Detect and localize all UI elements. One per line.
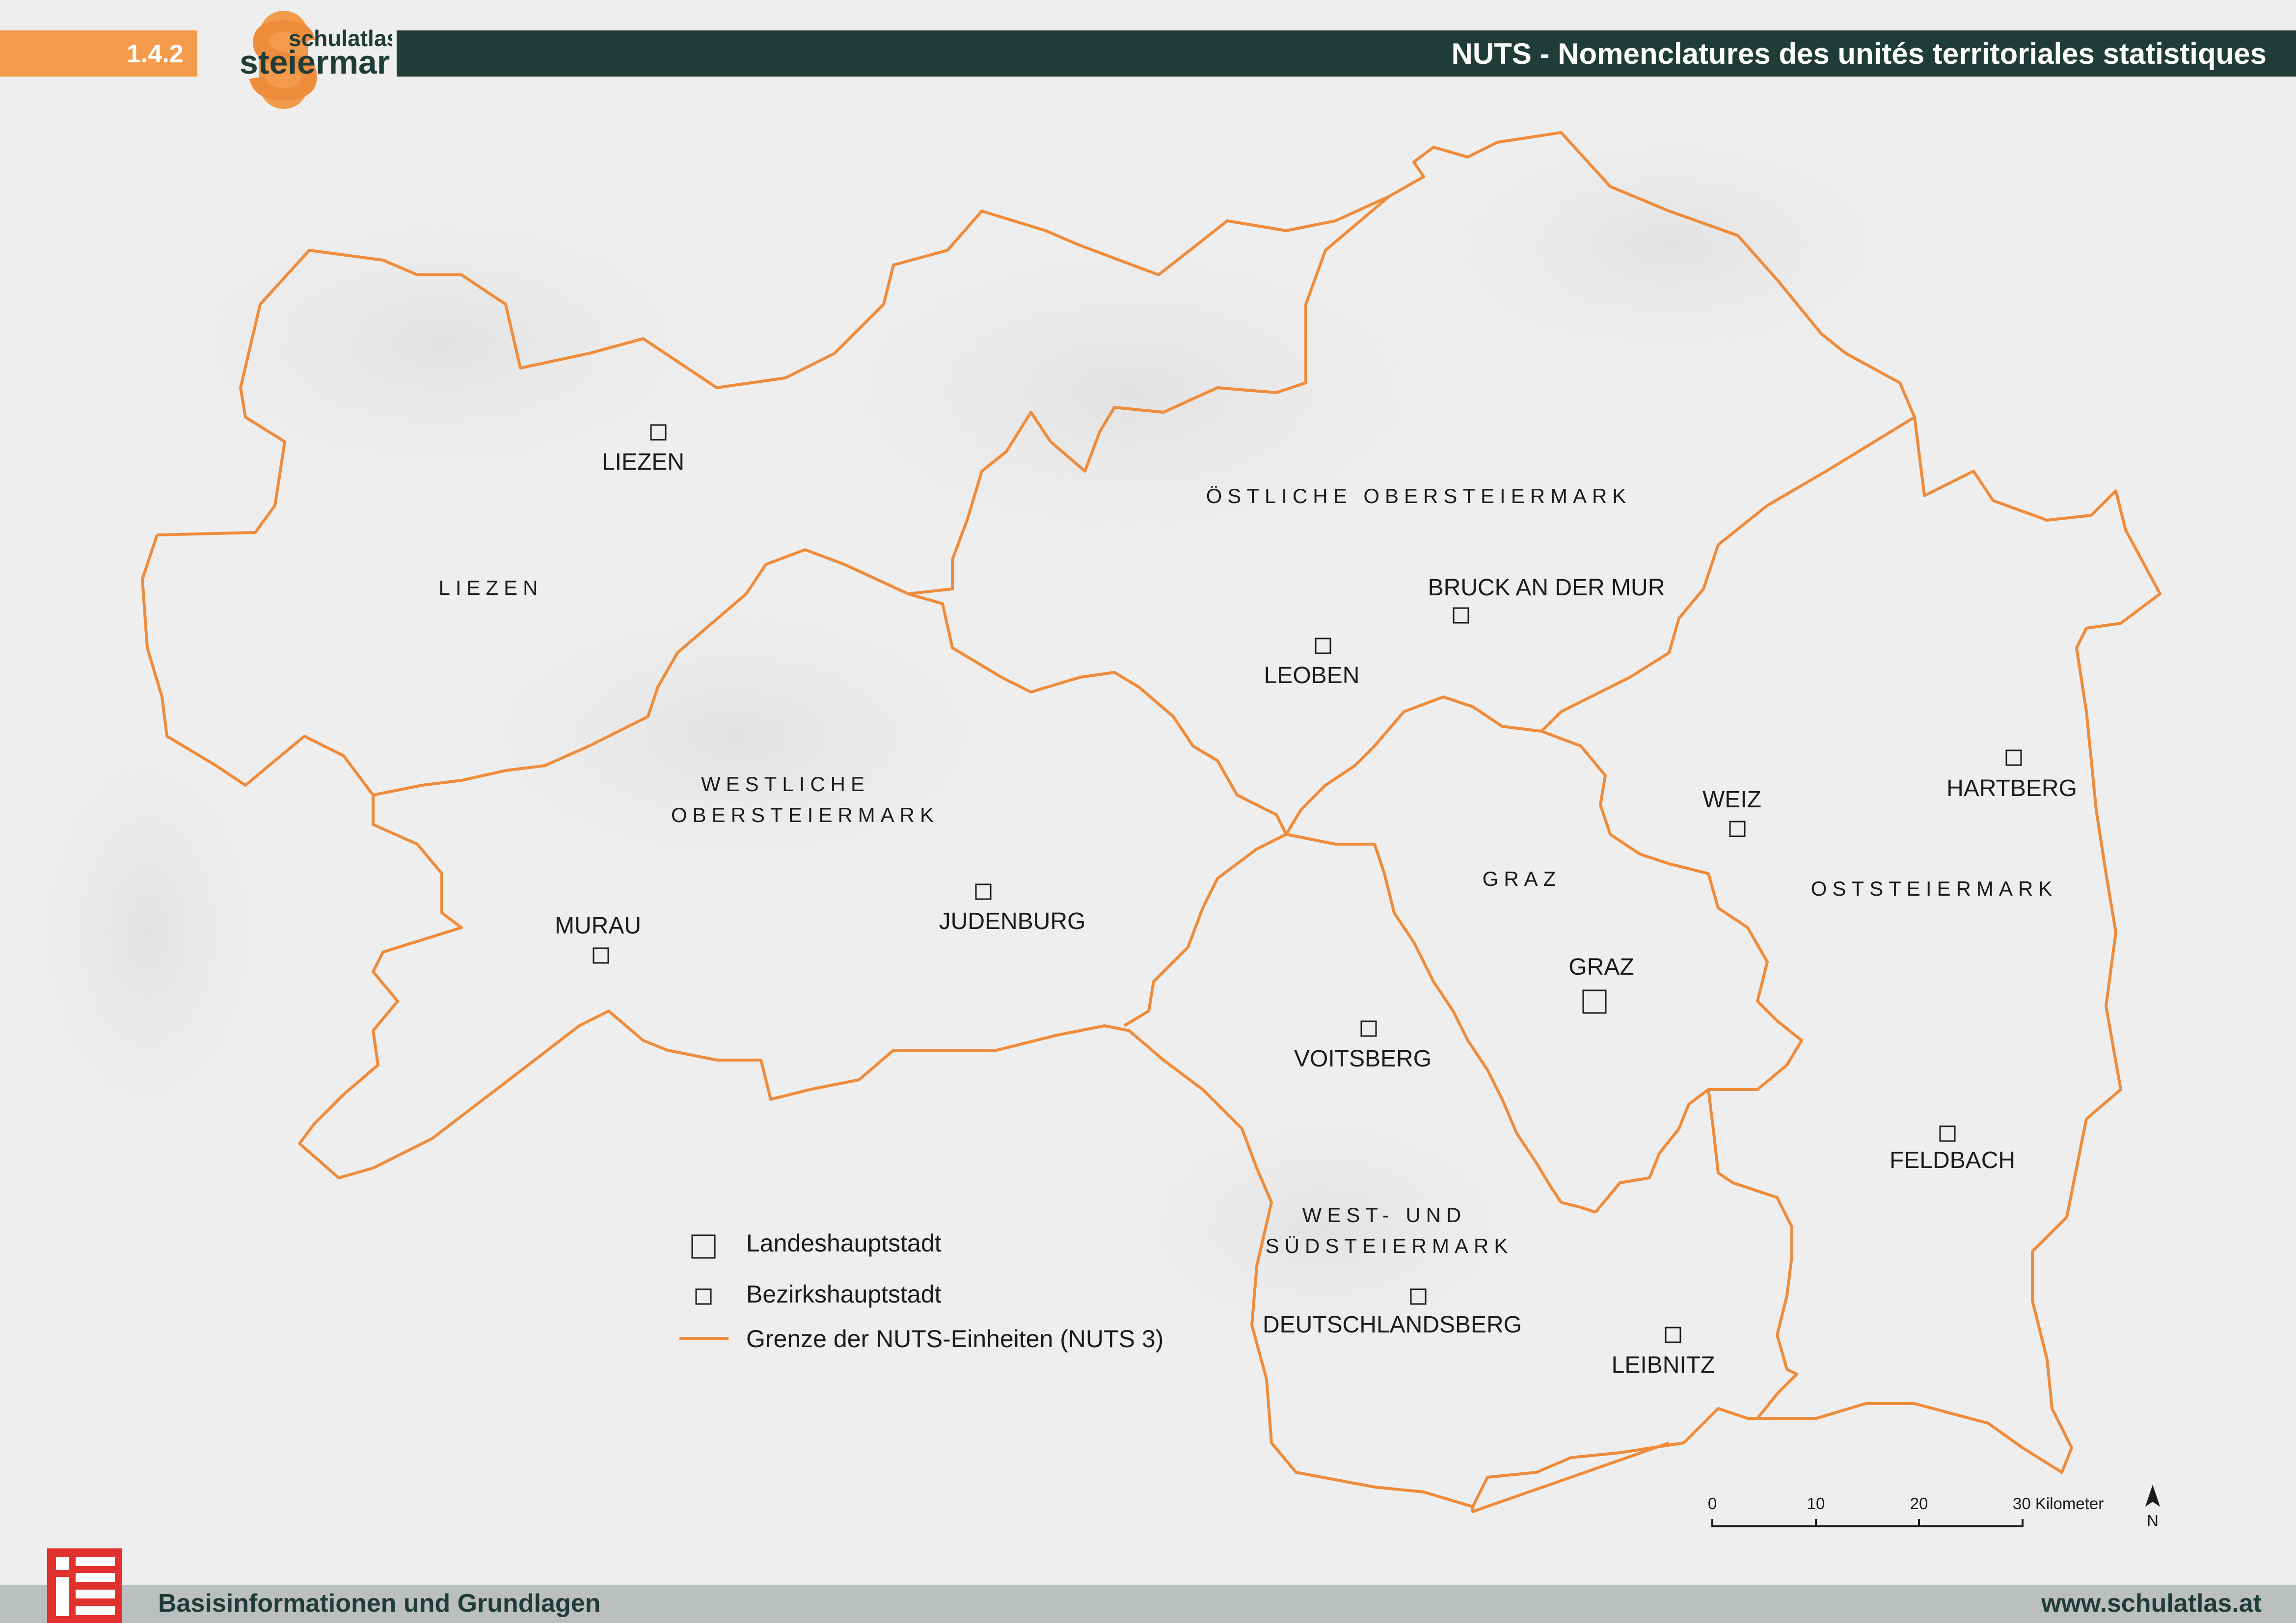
footer-website-link[interactable]: www.schulatlas.at xyxy=(2041,1589,2262,1618)
region-label-oestliche-obersteiermark: ÖSTLICHE OBERSTEIERMARK xyxy=(1206,484,1632,507)
legend-district-label: Bezirkshauptstadt xyxy=(746,1280,942,1308)
region-label-graz: GRAZ xyxy=(1483,867,1562,890)
scale-tick-10: 10 xyxy=(1807,1494,1825,1513)
legend-capital-label: Landeshauptstadt xyxy=(746,1229,942,1257)
page-title: NUTS - Nomenclatures des unités territor… xyxy=(1451,37,2267,70)
info-logo-icon xyxy=(47,1548,122,1623)
north-label: N xyxy=(2147,1512,2159,1530)
section-number: 1.4.2 xyxy=(127,40,184,68)
city-label-graz: GRAZ xyxy=(1568,954,1634,980)
section-number-bar: 1.4.2 xyxy=(0,30,197,77)
schulatlas-logo: S schulatlas steiermark xyxy=(240,11,392,109)
footer-category: Basisinformationen und Grundlagen xyxy=(158,1589,601,1618)
header-title-bar: NUTS - Nomenclatures des unités territor… xyxy=(397,30,2296,77)
city-label-voitsberg: VOITSBERG xyxy=(1294,1046,1432,1072)
city-label-leoben: LEOBEN xyxy=(1264,663,1360,689)
region-label-west-sued-1: WEST- UND xyxy=(1302,1203,1467,1226)
city-label-hartberg: HARTBERG xyxy=(1946,775,2077,801)
city-label-leibnitz: LEIBNITZ xyxy=(1612,1352,1715,1378)
scale-tick-30: 30 Kilometer xyxy=(2013,1494,2104,1513)
region-label-westliche-1: WESTLICHE xyxy=(701,772,870,796)
city-label-feldbach: FELDBACH xyxy=(1890,1147,2015,1173)
scale-tick-0: 0 xyxy=(1708,1494,1717,1513)
region-label-liezen: LIEZEN xyxy=(438,576,543,599)
region-label-west-sued-2: SÜDSTEIERMARK xyxy=(1266,1234,1513,1257)
legend-border-label: Grenze der NUTS-Einheiten (NUTS 3) xyxy=(746,1325,1163,1353)
region-label-oststeiermark: OSTSTEIERMARK xyxy=(1811,877,2057,900)
logo-main: steiermark xyxy=(240,44,392,81)
city-label-judenburg: JUDENBURG xyxy=(939,908,1086,934)
region-label-westliche-2: OBERSTEIERMARK xyxy=(671,803,939,826)
map: LIEZEN ÖSTLICHE OBERSTEIERMARK WESTLICHE… xyxy=(0,0,2296,1623)
city-label-weiz: WEIZ xyxy=(1702,787,1761,813)
city-label-liezen: LIEZEN xyxy=(602,449,684,475)
city-label-murau: MURAU xyxy=(555,913,641,939)
city-label-bruck: BRUCK AN DER MUR xyxy=(1428,575,1665,601)
city-label-deutschlandsberg: DEUTSCHLANDSBERG xyxy=(1263,1312,1522,1338)
scale-tick-20: 20 xyxy=(1910,1494,1928,1513)
